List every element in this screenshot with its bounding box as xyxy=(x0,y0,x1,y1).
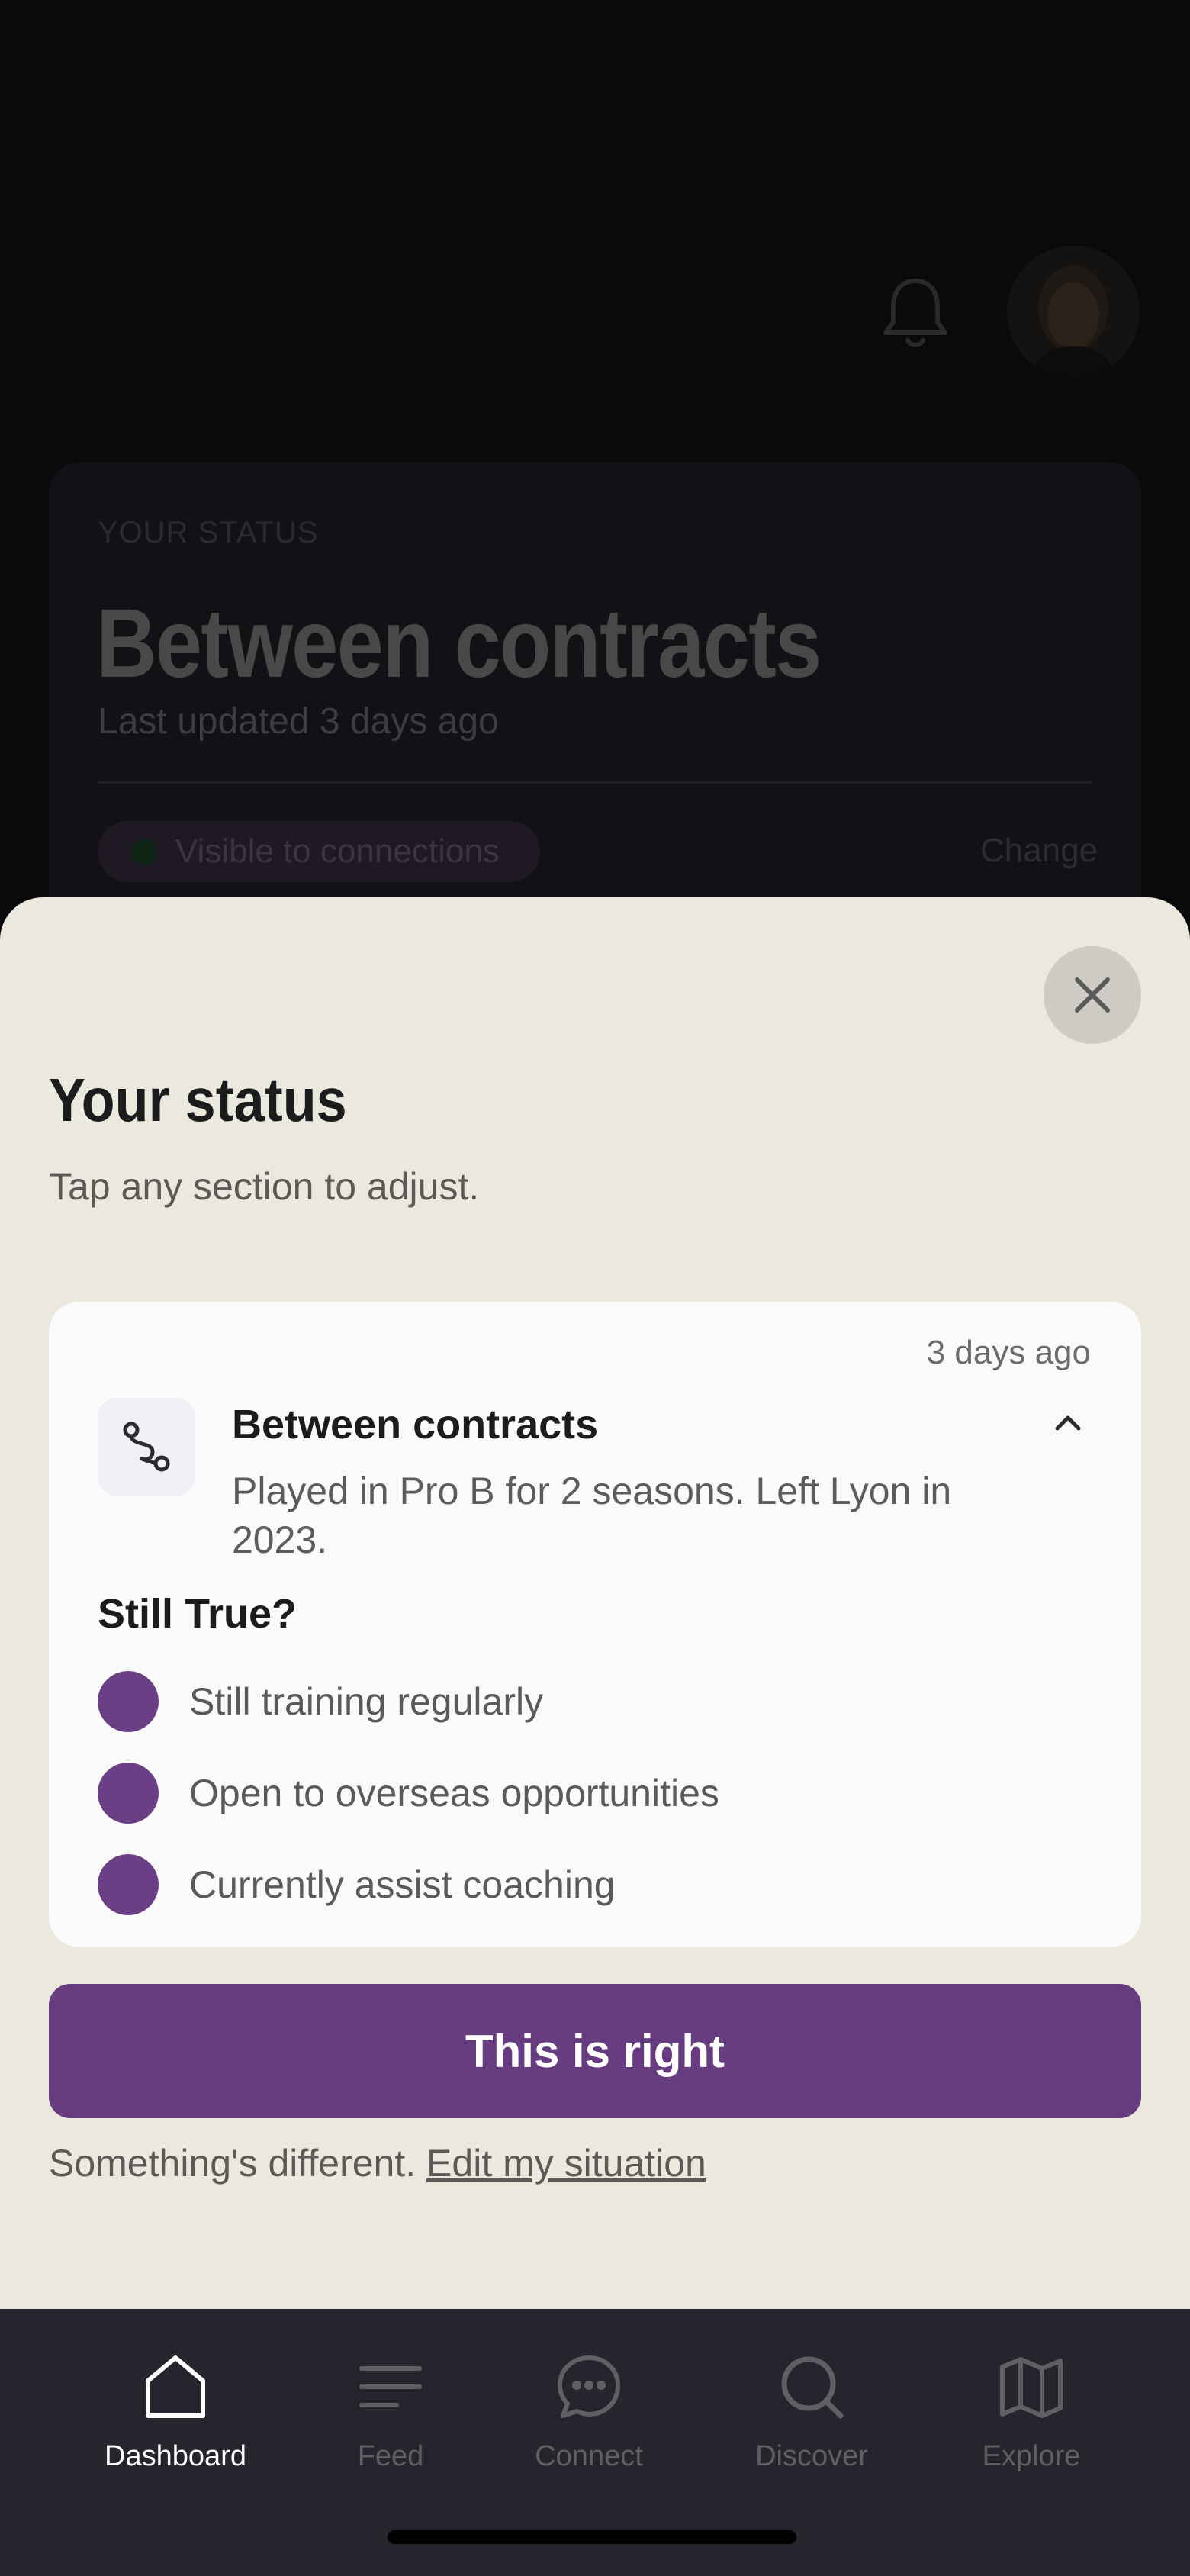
option-radio[interactable] xyxy=(98,1763,159,1824)
option-label: Currently assist coaching xyxy=(189,1863,616,1906)
option-still-training[interactable]: Still training regularly xyxy=(98,1671,543,1732)
question-heading: Still True? xyxy=(98,1591,298,1637)
option-assist-coaching[interactable]: Currently assist coaching xyxy=(98,1854,616,1915)
status-eyebrow: YOUR STATUS xyxy=(98,516,319,549)
option-label: Open to overseas opportunities xyxy=(189,1772,719,1814)
nav-label: Discover xyxy=(755,2440,868,2472)
nav-item-connect[interactable]: Connect xyxy=(497,2350,680,2487)
divider xyxy=(98,781,1092,784)
edit-prompt-text: Something's different. xyxy=(49,2142,416,2185)
nav-label: Dashboard xyxy=(105,2440,246,2472)
route-icon xyxy=(98,1398,195,1496)
edit-situation-link[interactable]: Edit my situation xyxy=(426,2142,706,2185)
chevron-up-icon[interactable] xyxy=(1050,1404,1086,1441)
nav-item-dashboard[interactable]: Dashboard xyxy=(84,2350,267,2487)
status-updated: Last updated 3 days ago xyxy=(98,701,499,742)
nav-label: Connect xyxy=(535,2440,643,2472)
nav-label: Explore xyxy=(982,2440,1081,2472)
option-radio[interactable] xyxy=(98,1671,159,1732)
avatar[interactable] xyxy=(1007,246,1140,378)
status-title: Between contracts xyxy=(96,589,822,698)
nav-item-discover[interactable]: Discover xyxy=(720,2350,903,2487)
change-link[interactable]: Change xyxy=(980,832,1098,870)
confirm-button[interactable]: This is right xyxy=(49,1984,1141,2118)
home-icon xyxy=(146,2355,205,2418)
nav-label: Feed xyxy=(357,2440,424,2472)
nav-item-explore[interactable]: Explore xyxy=(940,2350,1123,2487)
timestamp: 3 days ago xyxy=(926,1334,1091,1371)
close-button[interactable] xyxy=(1044,946,1141,1044)
home-indicator xyxy=(388,2530,796,2544)
feed-icon xyxy=(359,2366,422,2407)
option-overseas[interactable]: Open to overseas opportunities xyxy=(98,1763,719,1824)
bell-icon[interactable] xyxy=(881,275,950,351)
search-icon xyxy=(781,2356,844,2419)
sheet-title: Your status xyxy=(49,1066,347,1134)
option-radio[interactable] xyxy=(98,1854,159,1915)
sheet-subtitle: Tap any section to adjust. xyxy=(49,1165,480,1208)
edit-prompt: Something's different. Edit my situation xyxy=(49,2141,706,2185)
visibility-badge: Visible to connections xyxy=(98,821,540,882)
visibility-dot xyxy=(131,839,157,865)
nav-item-feed[interactable]: Feed xyxy=(299,2350,482,2487)
close-icon xyxy=(1075,977,1110,1013)
card-description: Played in Pro B for 2 seasons. Left Lyon… xyxy=(232,1470,952,1561)
map-icon xyxy=(1000,2357,1063,2418)
option-label: Still training regularly xyxy=(189,1680,544,1723)
card-title: Between contracts xyxy=(232,1402,599,1447)
chat-icon xyxy=(558,2355,620,2418)
